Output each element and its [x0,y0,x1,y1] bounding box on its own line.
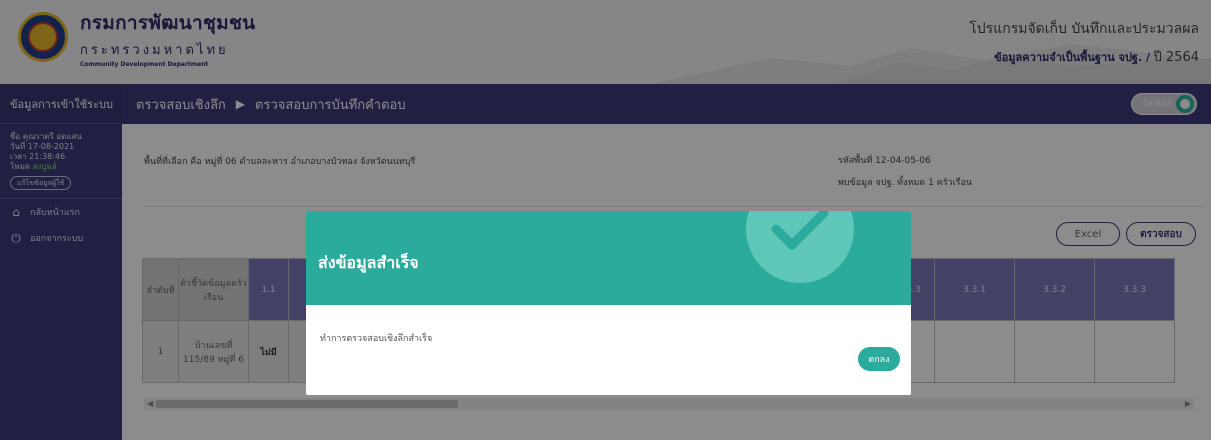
check-icon [771,211,829,250]
ok-button[interactable]: ตกลง [858,347,900,371]
success-badge [746,211,854,283]
dialog-message: ทำการตรวจสอบเชิงลึกสำเร็จ [320,334,433,344]
dialog-header: ส่งข้อมูลสำเร็จ [306,211,911,305]
success-dialog: ส่งข้อมูลสำเร็จ ทำการตรวจสอบเชิงลึกสำเร็… [306,211,911,395]
dialog-title: ส่งข้อมูลสำเร็จ [318,253,419,272]
